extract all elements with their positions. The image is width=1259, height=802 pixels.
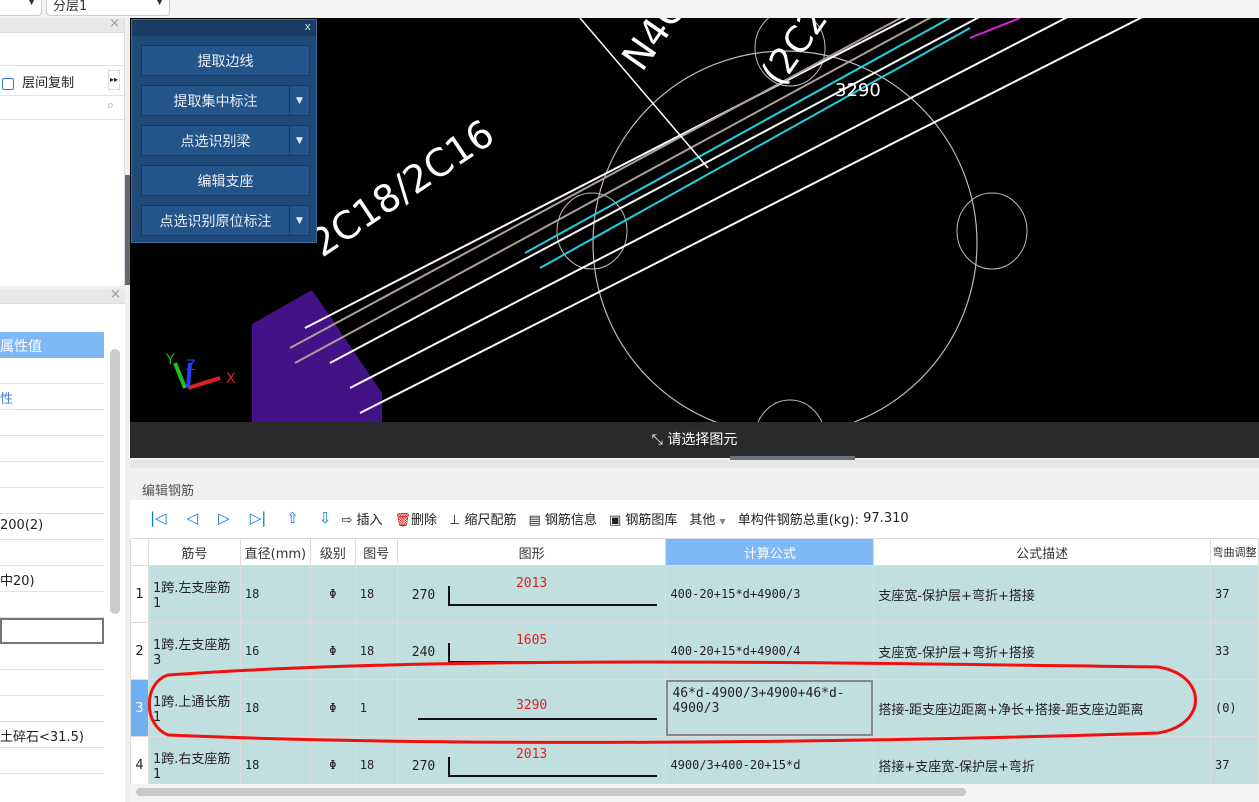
copy-icon xyxy=(2,77,14,90)
column-header[interactable]: 图形 xyxy=(396,538,667,566)
dropdown-arrow-icon[interactable]: ▼ xyxy=(289,86,309,115)
trash-icon: 🗑 xyxy=(394,512,411,528)
tool-button-2[interactable]: 点选识别梁 ▼ xyxy=(141,125,310,156)
close-icon[interactable]: × xyxy=(110,287,121,302)
search-input[interactable]: ⌕ xyxy=(0,96,124,120)
first-icon[interactable]: |◁ xyxy=(150,509,167,527)
column-header[interactable]: 直径(mm) xyxy=(239,538,311,566)
property-row[interactable] xyxy=(0,696,104,722)
property-row[interactable]: 土碎石<31.5) xyxy=(0,722,104,748)
formula-description[interactable]: 支座宽-保护层+弯折+搭接 xyxy=(873,565,1211,623)
column-header[interactable]: 计算公式 xyxy=(665,538,875,566)
library-button[interactable]: ▣ 钢筋图库 xyxy=(609,509,677,528)
rebar-label-top: N4C xyxy=(613,18,694,78)
tool-button-0[interactable]: 提取边线 xyxy=(141,45,310,76)
info-button[interactable]: ▤ 钢筋信息 xyxy=(529,509,597,528)
panel-title: 编辑钢筋 xyxy=(130,460,1259,500)
axis-x-label: X xyxy=(226,371,236,387)
column-header[interactable]: 级别 xyxy=(309,538,356,566)
copy-floor-button[interactable]: 层间复制 ▸▸ xyxy=(0,66,124,96)
axis-icon: X Y Z xyxy=(165,352,236,390)
formula-cell[interactable]: 400-20+15*d+4900/3 xyxy=(665,565,875,623)
bar-name[interactable]: 1跨.左支座筋1 xyxy=(147,565,241,623)
status-bar: ⤡ 请选择图元 xyxy=(130,422,1259,458)
close-icon[interactable]: x xyxy=(304,20,311,33)
property-row[interactable] xyxy=(0,410,104,436)
property-row[interactable] xyxy=(0,488,104,514)
property-row[interactable] xyxy=(0,748,104,774)
grade[interactable]: Φ xyxy=(309,565,356,623)
property-value-header: 属性值 xyxy=(0,332,104,358)
chevron-down-icon: ▼ xyxy=(719,516,726,526)
close-icon[interactable]: × xyxy=(109,16,120,31)
info-icon: ▤ xyxy=(528,512,545,528)
property-row[interactable]: 中20) xyxy=(0,566,104,592)
property-row[interactable] xyxy=(0,540,104,566)
row-number[interactable]: 1 xyxy=(130,565,149,623)
property-row[interactable] xyxy=(0,618,104,644)
property-row[interactable] xyxy=(0,644,104,670)
tool-button-3[interactable]: 编辑支座 xyxy=(141,165,310,196)
shape-cell[interactable]: 270 2013 xyxy=(396,565,667,623)
bend-adjust[interactable]: 37 xyxy=(1209,565,1259,623)
left-dropdown[interactable]: ▼ xyxy=(0,0,42,16)
toolbar: |◁ ◁ ▷ ▷| ⇧ ⇩ ⇨ 插入 🗑删除 ⊥ 缩尺配筋 ▤ 钢筋信息 ▣ 钢… xyxy=(130,500,1259,536)
move-up-icon[interactable]: ⇧ xyxy=(286,509,299,527)
property-row[interactable]: 性 xyxy=(0,384,104,410)
row-number[interactable]: 2 xyxy=(130,622,149,680)
total-weight-label: 单构件钢筋总重(kg): xyxy=(737,512,859,528)
bend-adjust[interactable]: (0) xyxy=(1209,679,1259,737)
column-header[interactable]: 公式描述 xyxy=(873,538,1211,566)
bend-adjust[interactable]: 33 xyxy=(1209,622,1259,680)
select-icon: ⤡ xyxy=(651,432,668,448)
scrollbar[interactable] xyxy=(110,349,120,614)
column-header[interactable]: 弯曲调整 xyxy=(1209,538,1259,566)
total-weight-value: 97.310 xyxy=(863,510,909,526)
figure-no[interactable]: 18 xyxy=(354,565,398,623)
dropdown-arrow-icon[interactable]: ▼ xyxy=(289,126,309,155)
floating-tool-panel: x 提取边线提取集中标注 ▼ 点选识别梁 ▼ 编辑支座点选识别原位标注 ▼ xyxy=(131,19,317,243)
property-row[interactable] xyxy=(0,670,104,696)
next-icon[interactable]: ▷ xyxy=(218,509,230,527)
dimension-label: 3290 xyxy=(835,80,881,101)
last-icon[interactable]: ▷| xyxy=(250,509,267,527)
table-row[interactable]: 1 1跨.左支座筋1 18 Φ 18 270 2013 400-20+15*d+4900/3 支… xyxy=(130,565,1259,623)
other-dropdown[interactable]: 其他 ▼ xyxy=(689,509,725,528)
scale-button[interactable]: ⊥ 缩尺配筋 xyxy=(449,509,516,528)
left-panel: × 层间复制 ▸▸ ⌕ xyxy=(0,16,125,286)
insert-button[interactable]: ⇨ 插入 xyxy=(341,509,382,528)
axis-y-label: Y xyxy=(165,352,175,368)
properties-panel: × 属性值 性 200(2) 中20) 土碎石<31.5) xyxy=(0,287,125,802)
floor-select[interactable]: 分层1 ▼ xyxy=(46,0,170,16)
delete-button[interactable]: 🗑删除 xyxy=(394,509,437,528)
dropdown-arrow-icon[interactable]: ▼ xyxy=(289,206,309,235)
property-row[interactable] xyxy=(0,358,104,384)
expand-icon[interactable]: ▸▸ xyxy=(108,70,120,90)
column-header[interactable]: 图号 xyxy=(354,538,398,566)
property-row[interactable] xyxy=(0,436,104,462)
diameter[interactable]: 18 xyxy=(239,565,311,623)
red-annotation-circle xyxy=(148,660,1197,744)
library-icon: ▣ xyxy=(608,512,626,528)
move-down-icon[interactable]: ⇩ xyxy=(319,509,332,527)
property-row[interactable] xyxy=(0,592,104,618)
insert-icon: ⇨ xyxy=(341,512,357,528)
property-row[interactable]: 200(2) xyxy=(0,514,104,540)
tool-button-4[interactable]: 点选识别原位标注 ▼ xyxy=(141,205,310,236)
axis-z-label: Z xyxy=(186,358,196,374)
horizontal-scrollbar[interactable] xyxy=(136,788,966,796)
ruler-icon: ⊥ xyxy=(449,512,465,528)
search-icon: ⌕ xyxy=(106,98,114,113)
column-header[interactable]: 筋号 xyxy=(147,538,241,566)
tool-button-1[interactable]: 提取集中标注 ▼ xyxy=(141,85,310,116)
row-number[interactable]: 3 xyxy=(130,679,149,737)
prev-icon[interactable]: ◁ xyxy=(187,509,199,527)
edit-rebar-panel: 编辑钢筋 |◁ ◁ ▷ ▷| ⇧ ⇩ ⇨ 插入 🗑删除 ⊥ 缩尺配筋 ▤ 钢筋信… xyxy=(130,460,1259,802)
top-bar: ▼ 分层1 ▼ xyxy=(0,0,1259,18)
property-row[interactable] xyxy=(0,462,104,488)
